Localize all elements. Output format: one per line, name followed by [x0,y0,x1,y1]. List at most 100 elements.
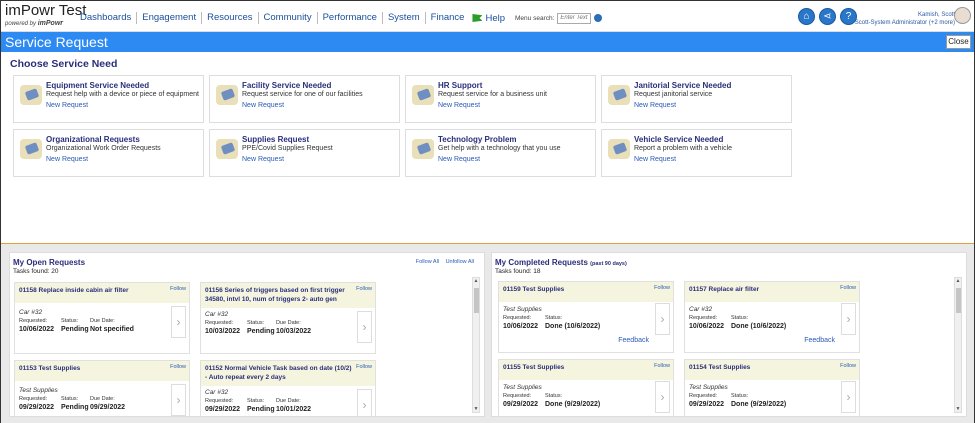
service-card-organizational[interactable]: Organizational Requests Organizational W… [13,129,204,177]
service-card-technology[interactable]: Technology Problem Get help with a techn… [405,129,596,177]
page-title: Service Request [5,34,108,50]
completed-tasks-count: Tasks found: 18 [495,268,541,275]
follow-link[interactable]: Follow [654,363,670,369]
scroll-up-icon[interactable]: ▲ [955,278,961,284]
task-header: 01157 Replace air filter Follow [685,282,859,302]
new-request-link[interactable]: New Request [634,102,676,109]
follow-all-link[interactable]: Follow All [416,259,439,265]
avatar[interactable] [954,7,971,24]
task-header: 01152 Normal Vehicle Task based on date … [201,361,375,386]
new-request-link[interactable]: New Request [438,156,480,163]
nav-performance[interactable]: Performance [318,12,383,24]
task-card[interactable]: 01152 Normal Vehicle Task based on date … [200,360,376,416]
search-go-icon[interactable] [594,14,603,22]
new-request-link[interactable]: New Request [46,102,88,109]
task-title[interactable]: 01153 Test Supplies [19,364,169,373]
equipment-icon [20,85,42,105]
task-title[interactable]: 01158 Replace inside cabin air filter [19,286,169,295]
follow-link[interactable]: Follow [170,286,186,292]
new-request-link[interactable]: New Request [634,156,676,163]
task-card[interactable]: 01159 Test Supplies Follow Test Supplies… [498,281,674,353]
nav-resources[interactable]: Resources [202,12,259,24]
service-title: Organizational Requests [46,135,140,144]
follow-link[interactable]: Follow [170,364,186,370]
task-subject: Test Supplies [19,387,58,394]
status-value: Pending [61,404,89,411]
task-labels: Requested: Status: [689,315,760,321]
scroll-down-icon[interactable]: ▼ [473,406,479,412]
service-card-facility[interactable]: Facility Service Needed Request service … [209,75,400,123]
task-title[interactable]: 01152 Normal Vehicle Task based on date … [205,364,355,382]
status-label: Status: [247,320,265,326]
nav-system[interactable]: System [383,12,426,24]
task-card[interactable]: 01155 Test Supplies Follow Test Supplies… [498,359,674,416]
nav-finance[interactable]: Finance [426,12,470,24]
follow-link[interactable]: Follow [840,363,856,369]
task-title[interactable]: 01156 Series of triggers based on first … [205,286,355,304]
open-requests-scrollbar[interactable]: ▲ ▼ [472,277,480,413]
completed-task-chevron-icon[interactable]: › [655,303,670,335]
scroll-thumb[interactable] [956,288,961,313]
service-card-janitorial[interactable]: Janitorial Service Needed Request janito… [601,75,792,123]
requested-date: 10/06/2022 [689,323,725,330]
follow-link[interactable]: Follow [654,285,670,291]
completed-requests-scrollbar[interactable]: ▲ ▼ [954,277,962,413]
task-card[interactable]: 01153 Test Supplies Follow Test Supplies… [14,360,190,416]
task-title[interactable]: 01159 Test Supplies [503,285,653,294]
task-card[interactable]: 01158 Replace inside cabin air filter Fo… [14,282,190,354]
service-title: Janitorial Service Needed [634,81,732,90]
requested-label: Requested: [19,318,48,324]
open-requests-title: My Open Requests [13,258,86,267]
new-request-link[interactable]: New Request [438,102,480,109]
task-title[interactable]: 01154 Test Supplies [689,363,839,372]
nav-community[interactable]: Community [259,12,318,24]
task-header: 01155 Test Supplies Follow [499,360,673,380]
unfollow-all-link[interactable]: Unfollow All [446,259,474,265]
open-task-chevron-icon[interactable]: › [171,384,186,416]
service-desc: Report a problem with a vehicle [634,145,733,152]
follow-link[interactable]: Follow [356,364,372,370]
follow-link[interactable]: Follow [356,286,372,292]
task-subject: Car #32 [689,306,713,313]
nav-engagement[interactable]: Engagement [137,12,203,24]
task-header: 01153 Test Supplies Follow [15,361,189,381]
scroll-thumb[interactable] [474,288,479,313]
share-icon[interactable]: ⋖ [819,8,836,25]
home-icon[interactable]: ⌂ [798,8,815,25]
new-request-link[interactable]: New Request [46,156,88,163]
service-card-hr[interactable]: HR Support Request service for a busines… [405,75,596,123]
menu-search-input[interactable] [557,12,592,24]
task-card[interactable]: 01154 Test Supplies Follow Test Supplies… [684,359,860,416]
scroll-up-icon[interactable]: ▲ [473,278,479,284]
feedback-link[interactable]: Feedback [618,337,649,344]
task-card[interactable]: 01156 Series of triggers based on first … [200,282,376,354]
service-card-equipment[interactable]: Equipment Service Needed Request help wi… [13,75,204,123]
close-button[interactable]: Close [946,35,971,49]
open-task-chevron-icon[interactable]: › [357,311,372,343]
completed-task-chevron-icon[interactable]: › [841,381,856,413]
open-task-chevron-icon[interactable]: › [171,306,186,338]
open-task-chevron-icon[interactable]: › [357,389,372,416]
status-value: Done (10/6/2022) [545,323,601,330]
service-title: Equipment Service Needed [46,81,150,90]
scroll-down-icon[interactable]: ▼ [955,406,961,412]
user-info[interactable]: Kamish, Scott Scott-System Administrator… [839,11,955,27]
task-values: 09/29/2022 Pending 09/29/2022 [19,404,125,411]
requested-date: 09/29/2022 [205,406,241,413]
service-card-supplies[interactable]: Supplies Request PPE/Covid Supplies Requ… [209,129,400,177]
task-card[interactable]: 01157 Replace air filter Follow Car #32 … [684,281,860,353]
due-date: Not specified [90,326,134,333]
completed-task-chevron-icon[interactable]: › [841,303,856,335]
nav-dashboards[interactable]: Dashboards [75,12,138,24]
status-label: Status: [61,318,79,324]
completed-task-chevron-icon[interactable]: › [655,381,670,413]
help-link[interactable]: Help [469,13,505,24]
new-request-link[interactable]: New Request [242,156,284,163]
task-title[interactable]: 01155 Test Supplies [503,363,653,372]
service-card-vehicle[interactable]: Vehicle Service Needed Report a problem … [601,129,792,177]
feedback-link[interactable]: Feedback [804,337,835,344]
completed-requests-panel: My Completed Requests (past 90 days) Tas… [491,252,967,417]
task-title[interactable]: 01157 Replace air filter [689,285,839,294]
new-request-link[interactable]: New Request [242,102,284,109]
follow-link[interactable]: Follow [840,285,856,291]
